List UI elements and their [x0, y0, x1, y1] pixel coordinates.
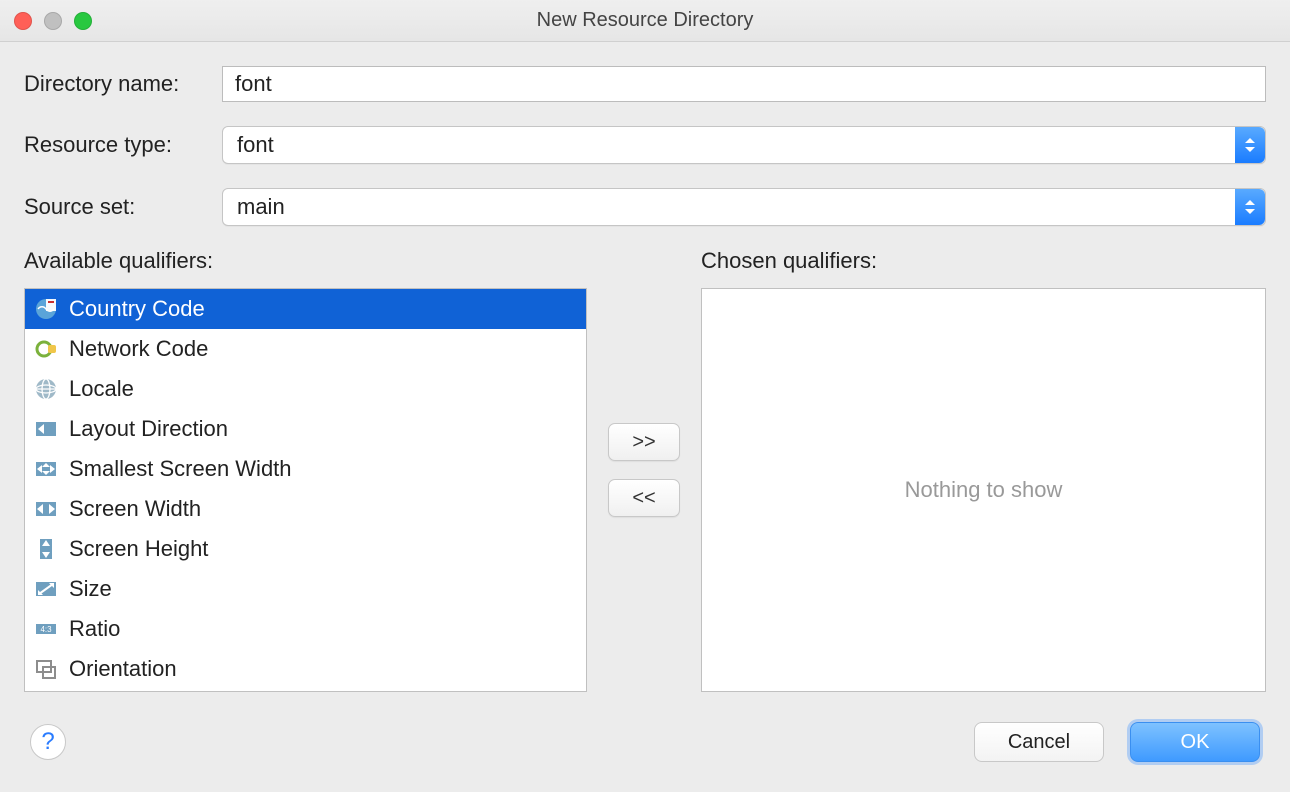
- list-item[interactable]: Smallest Screen Width: [25, 449, 586, 489]
- list-item-label: Network Code: [69, 336, 208, 362]
- window-title: New Resource Directory: [0, 9, 1290, 32]
- list-item[interactable]: Orientation: [25, 649, 586, 689]
- list-item[interactable]: Network Code: [25, 329, 586, 369]
- cancel-button[interactable]: Cancel: [974, 722, 1104, 762]
- list-item[interactable]: Layout Direction: [25, 409, 586, 449]
- help-button[interactable]: ?: [30, 724, 66, 760]
- list-item[interactable]: Screen Height: [25, 529, 586, 569]
- source-set-value: main: [223, 194, 1235, 220]
- network-code-icon: [33, 336, 59, 362]
- source-set-combo[interactable]: main: [222, 188, 1266, 226]
- source-set-label: Source set:: [24, 194, 222, 220]
- ok-button[interactable]: OK: [1130, 722, 1260, 762]
- screen-height-icon: [33, 536, 59, 562]
- list-item-label: Orientation: [69, 656, 177, 682]
- directory-name-input[interactable]: [222, 66, 1266, 102]
- chosen-qualifiers-list[interactable]: Nothing to show: [701, 288, 1266, 692]
- size-icon: [33, 576, 59, 602]
- add-qualifier-button[interactable]: >>: [608, 423, 680, 461]
- resource-type-value: font: [223, 132, 1235, 158]
- list-item[interactable]: Country Code: [25, 289, 586, 329]
- list-item[interactable]: Screen Width: [25, 489, 586, 529]
- country-code-icon: [33, 296, 59, 322]
- available-qualifiers-label: Available qualifiers:: [24, 248, 587, 274]
- combo-stepper-icon: [1235, 127, 1265, 163]
- remove-qualifier-button[interactable]: <<: [608, 479, 680, 517]
- empty-text: Nothing to show: [905, 477, 1063, 503]
- resource-type-label: Resource type:: [24, 132, 222, 158]
- list-item-label: Layout Direction: [69, 416, 228, 442]
- list-item-label: Locale: [69, 376, 134, 402]
- list-item-label: Screen Height: [69, 536, 208, 562]
- directory-name-label: Directory name:: [24, 71, 222, 97]
- smallest-screen-width-icon: [33, 456, 59, 482]
- help-icon: ?: [41, 728, 54, 756]
- resource-type-combo[interactable]: font: [222, 126, 1266, 164]
- list-item-label: Country Code: [69, 296, 205, 322]
- ratio-icon: 4:3: [33, 616, 59, 642]
- list-item[interactable]: Size: [25, 569, 586, 609]
- chosen-qualifiers-label: Chosen qualifiers:: [701, 248, 1266, 274]
- combo-stepper-icon: [1235, 189, 1265, 225]
- list-item-label: Size: [69, 576, 112, 602]
- layout-direction-icon: [33, 416, 59, 442]
- titlebar: New Resource Directory: [0, 0, 1290, 42]
- available-qualifiers-list[interactable]: Country Code Network Code Locale Layout Dir…: [24, 288, 587, 692]
- screen-width-icon: [33, 496, 59, 522]
- locale-icon: [33, 376, 59, 402]
- orientation-icon: [33, 656, 59, 682]
- list-item-label: Smallest Screen Width: [69, 456, 292, 482]
- list-item-label: Screen Width: [69, 496, 201, 522]
- list-item-label: Ratio: [69, 616, 120, 642]
- list-item[interactable]: Locale: [25, 369, 586, 409]
- list-item[interactable]: 4:3 Ratio: [25, 609, 586, 649]
- svg-text:4:3: 4:3: [40, 625, 52, 634]
